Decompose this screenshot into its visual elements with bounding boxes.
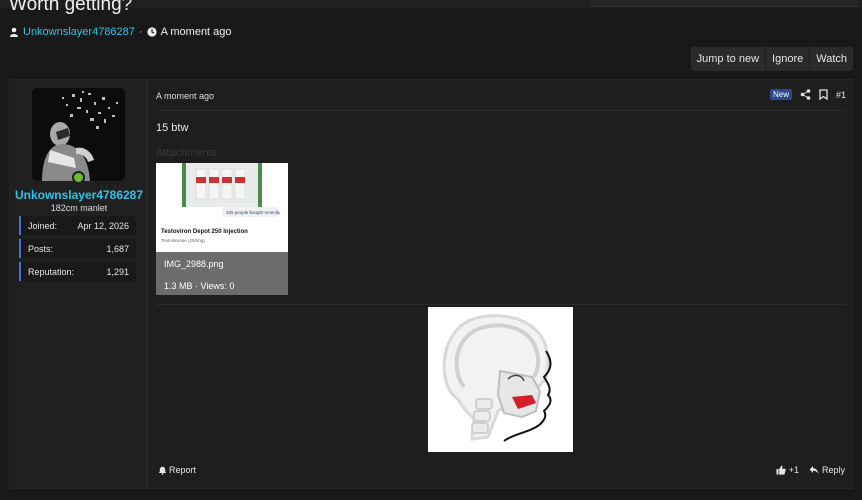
attachment-thumbnail[interactable]: 326 people bought recently Testoviron De… <box>156 163 288 295</box>
post-main: A moment ago New #1 15 btw Attachments 3… <box>156 80 852 488</box>
user-icon <box>10 27 18 37</box>
attachment-image: 326 people bought recently Testoviron De… <box>156 163 288 253</box>
stat-label: Reputation: <box>28 266 75 277</box>
report-link[interactable]: Report <box>158 465 196 475</box>
thread-time: A moment ago <box>160 26 232 38</box>
meta-separator: · <box>138 26 143 38</box>
avatar-image <box>32 88 125 181</box>
post-message: 15 btw <box>156 122 189 134</box>
new-badge: New <box>769 89 792 100</box>
reply-icon <box>809 466 819 474</box>
top-tab <box>590 0 858 7</box>
stat-value: 1,687 <box>106 243 129 254</box>
divider <box>156 304 846 305</box>
stat-value: 1,291 <box>106 266 129 277</box>
attachment-filename[interactable]: IMG_2988.png <box>164 259 224 269</box>
stat-posts: Posts: 1,687 <box>19 239 136 258</box>
post: Unkownslayer4786287 182cm manlet Joined:… <box>9 79 853 489</box>
thread-author-link[interactable]: Unkownslayer4786287 <box>23 26 135 38</box>
jump-to-new-button[interactable]: Jump to new <box>691 47 767 71</box>
user-title: 182cm manlet <box>50 203 108 213</box>
stat-value: Apr 12, 2026 <box>77 220 129 231</box>
post-number[interactable]: #1 <box>836 90 846 100</box>
stat-label: Joined: <box>28 220 58 231</box>
stat-joined: Joined: Apr 12, 2026 <box>19 216 136 235</box>
react-button[interactable]: +1 <box>776 465 799 475</box>
embedded-image[interactable] <box>428 307 573 452</box>
username[interactable]: Unkownslayer4786287 <box>10 188 148 202</box>
skull-diagram <box>428 307 573 452</box>
stat-reputation: Reputation: 1,291 <box>19 262 136 281</box>
reply-label[interactable]: Reply <box>822 465 845 475</box>
thumb-title-text: Testoviron Depot 250 Injection <box>161 229 248 235</box>
stat-label: Posts: <box>28 243 54 254</box>
thumbs-up-icon <box>776 465 786 475</box>
user-panel: Unkownslayer4786287 182cm manlet Joined:… <box>10 80 148 488</box>
share-icon[interactable] <box>800 89 811 100</box>
divider <box>156 110 846 111</box>
post-date[interactable]: A moment ago <box>156 91 214 101</box>
bell-icon <box>158 466 167 475</box>
avatar[interactable] <box>32 88 125 181</box>
report-label[interactable]: Report <box>169 465 196 475</box>
clock-icon <box>146 27 157 37</box>
attachments-heading: Attachments <box>156 147 218 159</box>
attachment-meta: 1.3 MB · Views: 0 <box>164 281 235 291</box>
post-header-actions: New #1 <box>769 89 846 100</box>
reaction-count: +1 <box>788 465 799 475</box>
post-footer-actions: +1 Reply <box>776 465 845 475</box>
thread-meta: Unkownslayer4786287 · A moment ago <box>9 26 232 38</box>
ignore-button[interactable]: Ignore <box>766 47 811 71</box>
watch-button[interactable]: Watch <box>810 47 853 71</box>
thread-action-buttons: Jump to new Ignore Watch <box>690 47 853 71</box>
reply-button[interactable]: Reply <box>809 465 845 475</box>
thumb-chip-text: 326 people bought recently <box>226 210 281 215</box>
bookmark-icon[interactable] <box>819 89 828 100</box>
thumb-sub-text: Testosterone (250mg) <box>161 238 205 243</box>
thread-title: Worth getting? <box>9 0 133 15</box>
online-status-dot <box>72 171 85 184</box>
